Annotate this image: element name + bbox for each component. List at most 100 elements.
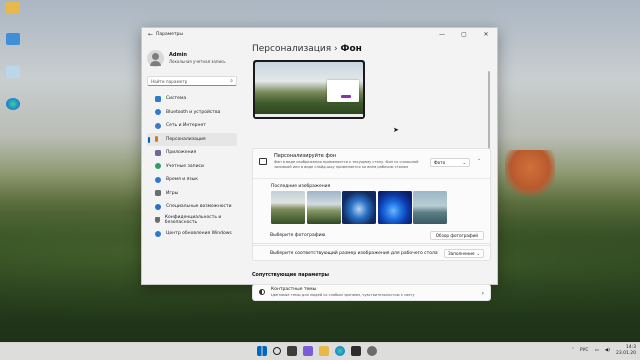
desktop-icon-folder[interactable]: [3, 2, 23, 15]
picture-icon: [259, 158, 267, 165]
close-button[interactable]: ✕: [475, 31, 497, 38]
system-tray: ˄ РУС ▭ ◀) 14:3 23.01.20: [572, 345, 636, 356]
games-icon: [155, 190, 161, 197]
recent-image-thumbnail[interactable]: [377, 191, 412, 224]
main-content: Персонализация › Фон Персонализируйте фо…: [250, 41, 491, 301]
desktop-icon-edge[interactable]: [3, 98, 23, 111]
contrast-themes-subtitle: Цветовые темы для людей со слабым зрение…: [271, 293, 415, 297]
chevron-right-icon: ›: [481, 290, 484, 297]
personalize-title: Персонализируйте фон: [274, 153, 337, 159]
preview-window: [327, 80, 359, 102]
chevron-down-icon: ⌄: [462, 160, 466, 165]
mouse-cursor: ➤: [393, 126, 399, 134]
task-view-icon[interactable]: [287, 346, 297, 356]
user-profile[interactable]: Admin Локальная учетная запись: [147, 45, 237, 71]
recent-image-thumbnail[interactable]: [342, 191, 376, 224]
sidebar-item-bluetooth[interactable]: Bluetooth и устройства: [147, 106, 237, 120]
brush-icon: [155, 136, 158, 143]
recent-image-thumbnail[interactable]: [306, 191, 341, 224]
scrollbar[interactable]: [488, 71, 490, 151]
sidebar-item-label: Bluetooth и устройства: [166, 109, 221, 115]
sidebar-item-system[interactable]: Система: [147, 92, 237, 106]
language-indicator[interactable]: РУС: [580, 348, 589, 353]
sidebar-item-label: Персонализация: [166, 136, 206, 142]
settings-window: ← Параметры — ▢ ✕ Admin Локальная учетна…: [141, 27, 498, 301]
window-title: Параметры: [156, 32, 183, 37]
browse-photos-button[interactable]: Обзор фотографий: [429, 231, 484, 240]
monitor-icon: [155, 95, 161, 102]
search-placeholder: Найти параметр: [151, 78, 188, 84]
sidebar-item-accessibility[interactable]: Специальные возможности: [147, 200, 237, 214]
sidebar-item-windows-update[interactable]: Центр обновления Windows: [147, 227, 237, 241]
edge-icon[interactable]: [335, 346, 345, 356]
sidebar-item-label: Игры: [166, 190, 179, 196]
sidebar-item-accounts[interactable]: Учетные записи: [147, 160, 237, 174]
collapse-button[interactable]: ˄: [474, 159, 484, 165]
sidebar-item-label: Учетные записи: [166, 163, 204, 169]
personalize-description: Фон в виде изображения применяется к тек…: [274, 160, 419, 169]
sidebar-item-privacy[interactable]: Конфиденциальность и безопасность: [147, 214, 237, 228]
maximize-button[interactable]: ▢: [453, 31, 475, 38]
sidebar-item-games[interactable]: Игры: [147, 187, 237, 201]
fit-row: Выберите соответствующий размер изображе…: [252, 245, 491, 261]
preview-taskbar: [255, 114, 363, 117]
sidebar-item-network[interactable]: Сеть и Интернет: [147, 119, 237, 133]
sidebar-item-label: Приложения: [166, 150, 197, 156]
contrast-icon: [259, 289, 265, 295]
taskbar-apps: [257, 346, 377, 356]
user-name: Admin: [169, 52, 187, 58]
back-button[interactable]: ←: [148, 31, 156, 38]
time-language-icon: [155, 176, 161, 183]
background-type-dropdown[interactable]: Фото ⌄: [430, 158, 470, 167]
desktop-icon-recycle-bin[interactable]: [3, 66, 23, 79]
related-settings-heading: Сопутствующие параметры: [252, 273, 330, 278]
preview-wallpaper: [255, 62, 363, 117]
recent-image-thumbnail[interactable]: [413, 191, 447, 224]
sidebar-item-label: Время и язык: [166, 177, 198, 183]
search-icon[interactable]: [273, 347, 281, 355]
personalize-header[interactable]: Персонализируйте фон Фон в виде изображе…: [253, 149, 490, 179]
background-type-value: Фото: [434, 160, 446, 165]
sidebar-item-label: Специальные возможности: [166, 204, 232, 210]
breadcrumb-parent[interactable]: Персонализация: [252, 44, 331, 54]
minimize-button[interactable]: —: [431, 31, 453, 38]
file-explorer-icon[interactable]: [319, 346, 329, 356]
settings-gear-icon[interactable]: [367, 346, 377, 356]
contrast-themes-row[interactable]: Контрастные темы Цветовые темы для людей…: [252, 284, 491, 301]
contrast-themes-title: Контрастные темы: [271, 287, 317, 292]
accessibility-icon: [155, 203, 161, 210]
sidebar-item-time-language[interactable]: Время и язык: [147, 173, 237, 187]
store-icon[interactable]: [351, 346, 361, 356]
page-title: Фон: [340, 44, 362, 54]
recent-image-thumbnail[interactable]: [271, 191, 305, 224]
desktop-icon-computer[interactable]: [3, 33, 23, 46]
start-icon[interactable]: [257, 346, 267, 356]
sidebar-item-personalization[interactable]: Персонализация: [147, 132, 237, 146]
choose-photo-row: Выберите фотографию Обзор фотографий: [252, 228, 491, 244]
fit-label: Выберите соответствующий размер изображе…: [270, 250, 438, 256]
account-type: Локальная учетная запись: [169, 59, 226, 64]
bluetooth-icon: [155, 109, 161, 116]
clock[interactable]: 14:3 23.01.20: [616, 345, 636, 356]
fit-value: Заполнение: [448, 250, 475, 256]
fit-dropdown[interactable]: Заполнение ⌄: [444, 248, 484, 258]
network-icon[interactable]: ▭: [594, 348, 598, 353]
sidebar-item-label: Система: [166, 96, 187, 102]
sidebar-item-apps[interactable]: Приложения: [147, 146, 237, 160]
title-bar: ← Параметры — ▢ ✕: [142, 28, 497, 41]
sidebar: Admin Локальная учетная запись Найти пар…: [142, 41, 242, 284]
chevron-up-icon[interactable]: ˄: [572, 348, 574, 353]
recent-images-label: Последние изображения: [271, 184, 331, 189]
background-rock: [505, 150, 555, 195]
apps-icon: [155, 149, 161, 156]
search-input[interactable]: Найти параметр ⌕: [147, 76, 237, 86]
volume-icon[interactable]: ◀): [605, 348, 610, 353]
chat-icon[interactable]: [303, 346, 313, 356]
sidebar-item-label: Центр обновления Windows: [166, 231, 232, 237]
accounts-icon: [155, 163, 161, 170]
taskbar: ˄ РУС ▭ ◀) 14:3 23.01.20: [0, 342, 640, 360]
recent-images: [271, 191, 490, 224]
shield-icon: [155, 217, 160, 224]
chevron-down-icon: ⌄: [476, 250, 480, 256]
search-icon: ⌕: [230, 78, 233, 84]
